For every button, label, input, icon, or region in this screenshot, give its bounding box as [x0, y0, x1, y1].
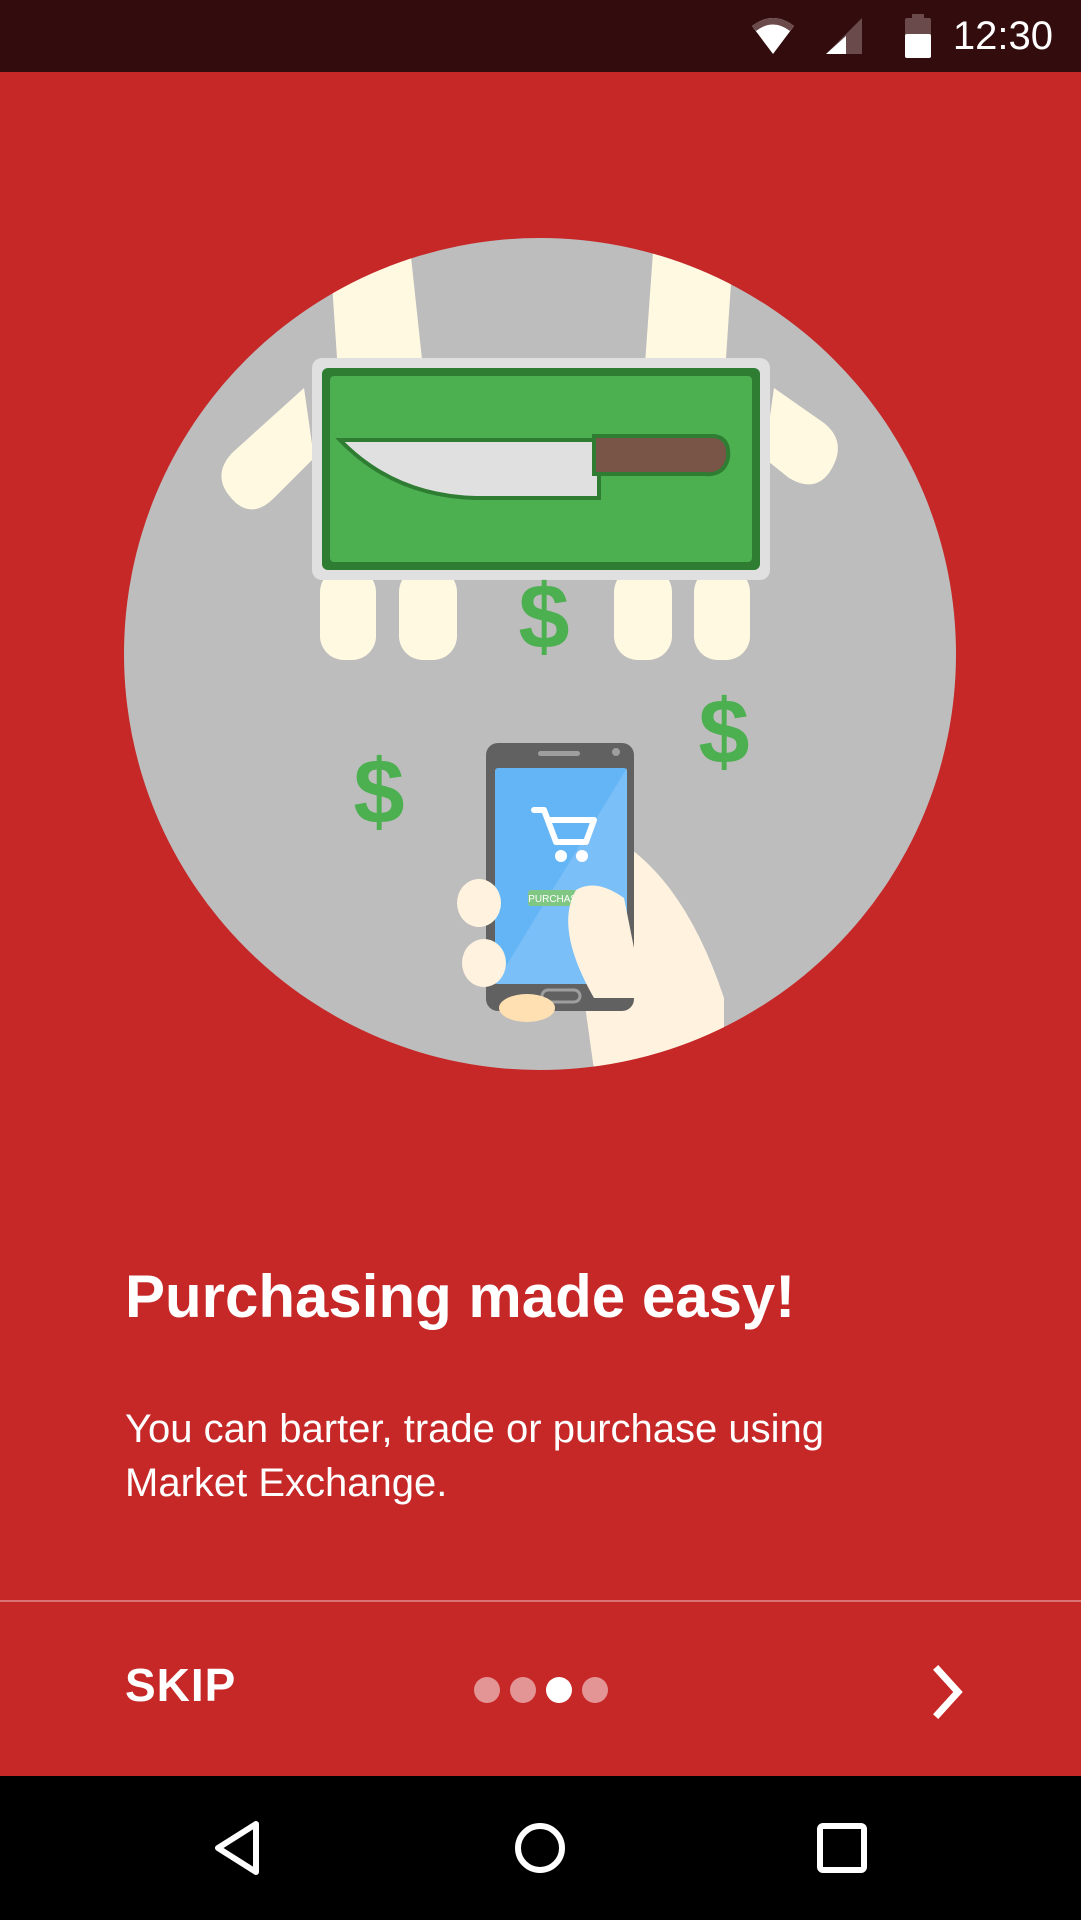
status-bar: 12:30 [0, 0, 1081, 72]
onboarding-screen: 12:30 $ $ $ PURCHASE Purchasing made eas… [0, 0, 1081, 1920]
recents-icon [817, 1823, 867, 1873]
knife-handle [592, 434, 731, 477]
divider [0, 1600, 1081, 1602]
signal-icon [826, 18, 864, 61]
page-dot-active[interactable] [546, 1677, 572, 1703]
home-button[interactable] [504, 1812, 576, 1884]
wifi-icon [750, 16, 796, 61]
onboarding-headline: Purchasing made easy! [125, 1263, 796, 1330]
home-icon [515, 1823, 565, 1873]
back-icon [215, 1821, 259, 1875]
page-indicator [474, 1677, 608, 1703]
purchase-illustration: $ $ $ PURCHASE [124, 238, 956, 1070]
skip-button[interactable]: SKIP [125, 1658, 236, 1712]
recents-button[interactable] [806, 1812, 878, 1884]
navigation-bar [0, 1776, 1081, 1920]
back-button[interactable] [204, 1812, 276, 1884]
onboarding-description: You can barter, trade or purchase using … [125, 1407, 824, 1505]
page-dot[interactable] [474, 1677, 500, 1703]
chevron-right-icon [933, 1665, 963, 1719]
dollar-sign: $ [353, 741, 404, 843]
status-time: 12:30 [952, 14, 1053, 58]
page-dot[interactable] [510, 1677, 536, 1703]
dollar-sign: $ [698, 681, 749, 783]
dollar-sign: $ [518, 566, 569, 668]
battery-icon [904, 14, 932, 63]
next-button[interactable] [918, 1660, 982, 1724]
page-dot[interactable] [582, 1677, 608, 1703]
